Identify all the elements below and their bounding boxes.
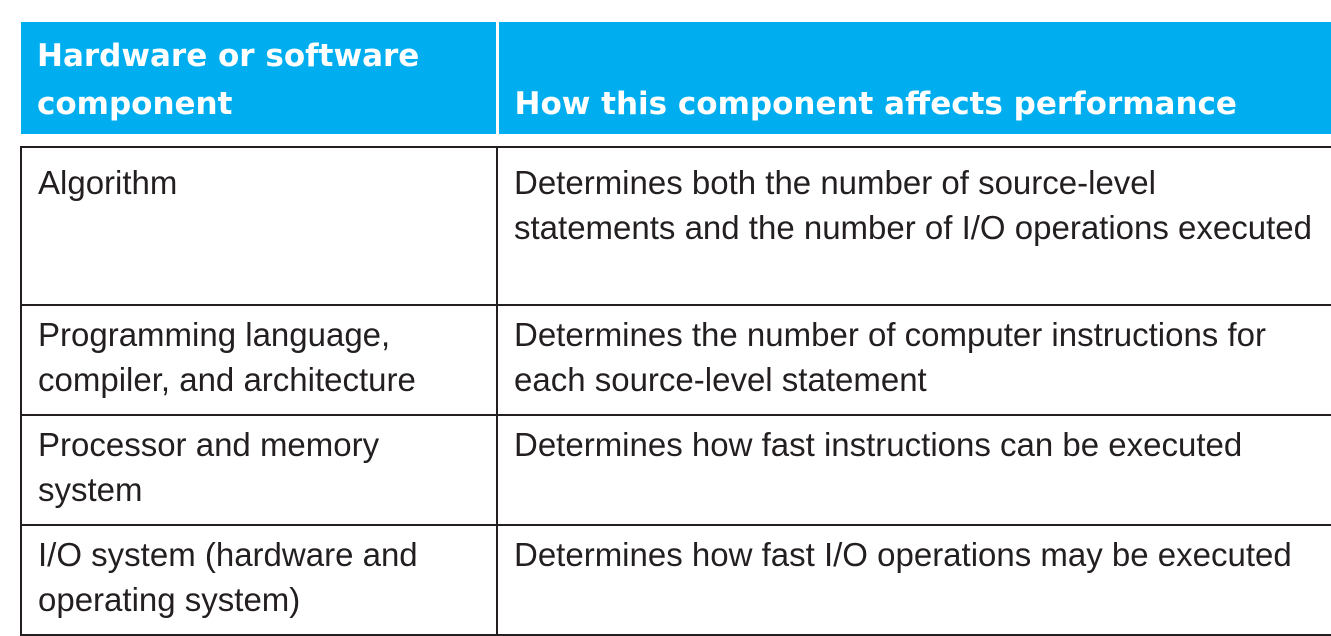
table-row: Algorithm Determines both the number of … xyxy=(20,146,1331,306)
performance-components-table-wrapper: Hardware or software component How this … xyxy=(20,22,1331,636)
performance-components-table: Hardware or software component How this … xyxy=(20,22,1331,636)
row-effect-cell: Determines the number of computer instru… xyxy=(497,304,1331,416)
row-component-cell: Processor and memory system xyxy=(20,414,498,526)
table-body: Algorithm Determines both the number of … xyxy=(20,146,1331,636)
table-row: Processor and memory system Determines h… xyxy=(20,414,1331,526)
row-component-cell: I/O system (hardware and operating syste… xyxy=(20,524,498,636)
row-effect-cell: Determines how fast instructions can be … xyxy=(497,414,1331,526)
header-effect: How this component affects performance xyxy=(497,22,1331,134)
table-header: Hardware or software component How this … xyxy=(21,22,1331,134)
row-effect-cell: Determines how fast I/O operations may b… xyxy=(497,524,1331,636)
header-component: Hardware or software component xyxy=(21,22,499,134)
header-row: Hardware or software component How this … xyxy=(21,22,1331,134)
row-component-cell: Programming language, compiler, and arch… xyxy=(20,304,498,416)
row-effect-cell: Determines both the number of source-lev… xyxy=(497,146,1331,306)
table-row: Programming language, compiler, and arch… xyxy=(20,304,1331,416)
table-row: I/O system (hardware and operating syste… xyxy=(20,524,1331,636)
row-component-cell: Algorithm xyxy=(20,146,498,306)
